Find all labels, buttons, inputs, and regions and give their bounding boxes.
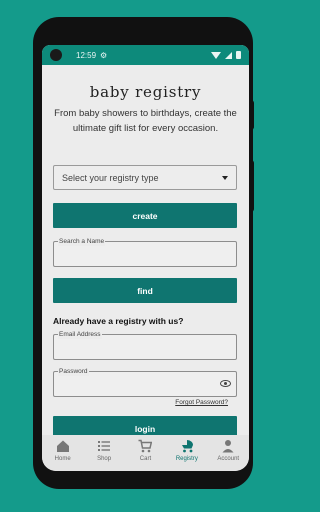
registry-type-value: Select your registry type	[62, 172, 159, 183]
existing-registry-heading: Already have a registry with us?	[53, 316, 184, 326]
nav-label-registry: Registry	[175, 456, 198, 462]
nav-item-cart[interactable]: Cart	[126, 439, 164, 462]
list-icon	[98, 441, 111, 451]
person-icon	[222, 440, 234, 453]
status-bar: 12:59 ⚙	[42, 45, 249, 65]
email-label: Email Address	[58, 330, 102, 339]
create-button[interactable]: create	[53, 203, 237, 228]
cart-icon	[138, 439, 153, 453]
app-screen: 12:59 ⚙ baby registry From baby showers …	[42, 45, 249, 471]
status-time: 12:59	[76, 50, 97, 60]
nav-label-account: Account	[217, 456, 240, 462]
stroller-icon	[181, 440, 193, 453]
password-label: Password	[58, 367, 89, 376]
front-camera	[50, 49, 62, 61]
nav-label-home: Home	[54, 456, 71, 462]
gear-icon: ⚙	[100, 50, 108, 60]
home-icon	[56, 440, 69, 452]
nav-label-shop: Shop	[97, 456, 112, 462]
nav-label-cart: Cart	[139, 456, 152, 462]
battery-icon	[236, 51, 241, 59]
search-name-field[interactable]: Search a Name	[53, 237, 237, 267]
password-field[interactable]: Password	[53, 367, 237, 397]
eye-icon[interactable]	[220, 380, 231, 387]
status-icons	[211, 51, 241, 59]
chevron-down-icon	[222, 175, 228, 180]
bottom-nav: Home Shop Cart Registry Account	[42, 435, 249, 471]
phone-side-button	[250, 100, 254, 130]
nav-item-home[interactable]: Home	[44, 439, 82, 462]
registry-type-select[interactable]: Select your registry type	[53, 165, 237, 190]
nav-item-registry[interactable]: Registry	[168, 439, 206, 462]
search-name-label: Search a Name	[58, 237, 106, 246]
phone-volume-button	[250, 160, 254, 212]
nav-item-account[interactable]: Account	[209, 439, 247, 462]
page-title: baby registry	[89, 83, 202, 101]
nav-item-shop[interactable]: Shop	[85, 439, 123, 462]
forgot-password-link[interactable]: Forgot Password?	[175, 399, 228, 406]
registry-content: baby registry From baby showers to birth…	[42, 65, 249, 441]
page-subtitle: From baby showers to birthdays, create t…	[54, 108, 237, 134]
find-button[interactable]: find	[53, 278, 237, 303]
wifi-icon	[211, 51, 221, 59]
signal-icon	[225, 51, 232, 59]
email-field[interactable]: Email Address	[53, 330, 237, 360]
